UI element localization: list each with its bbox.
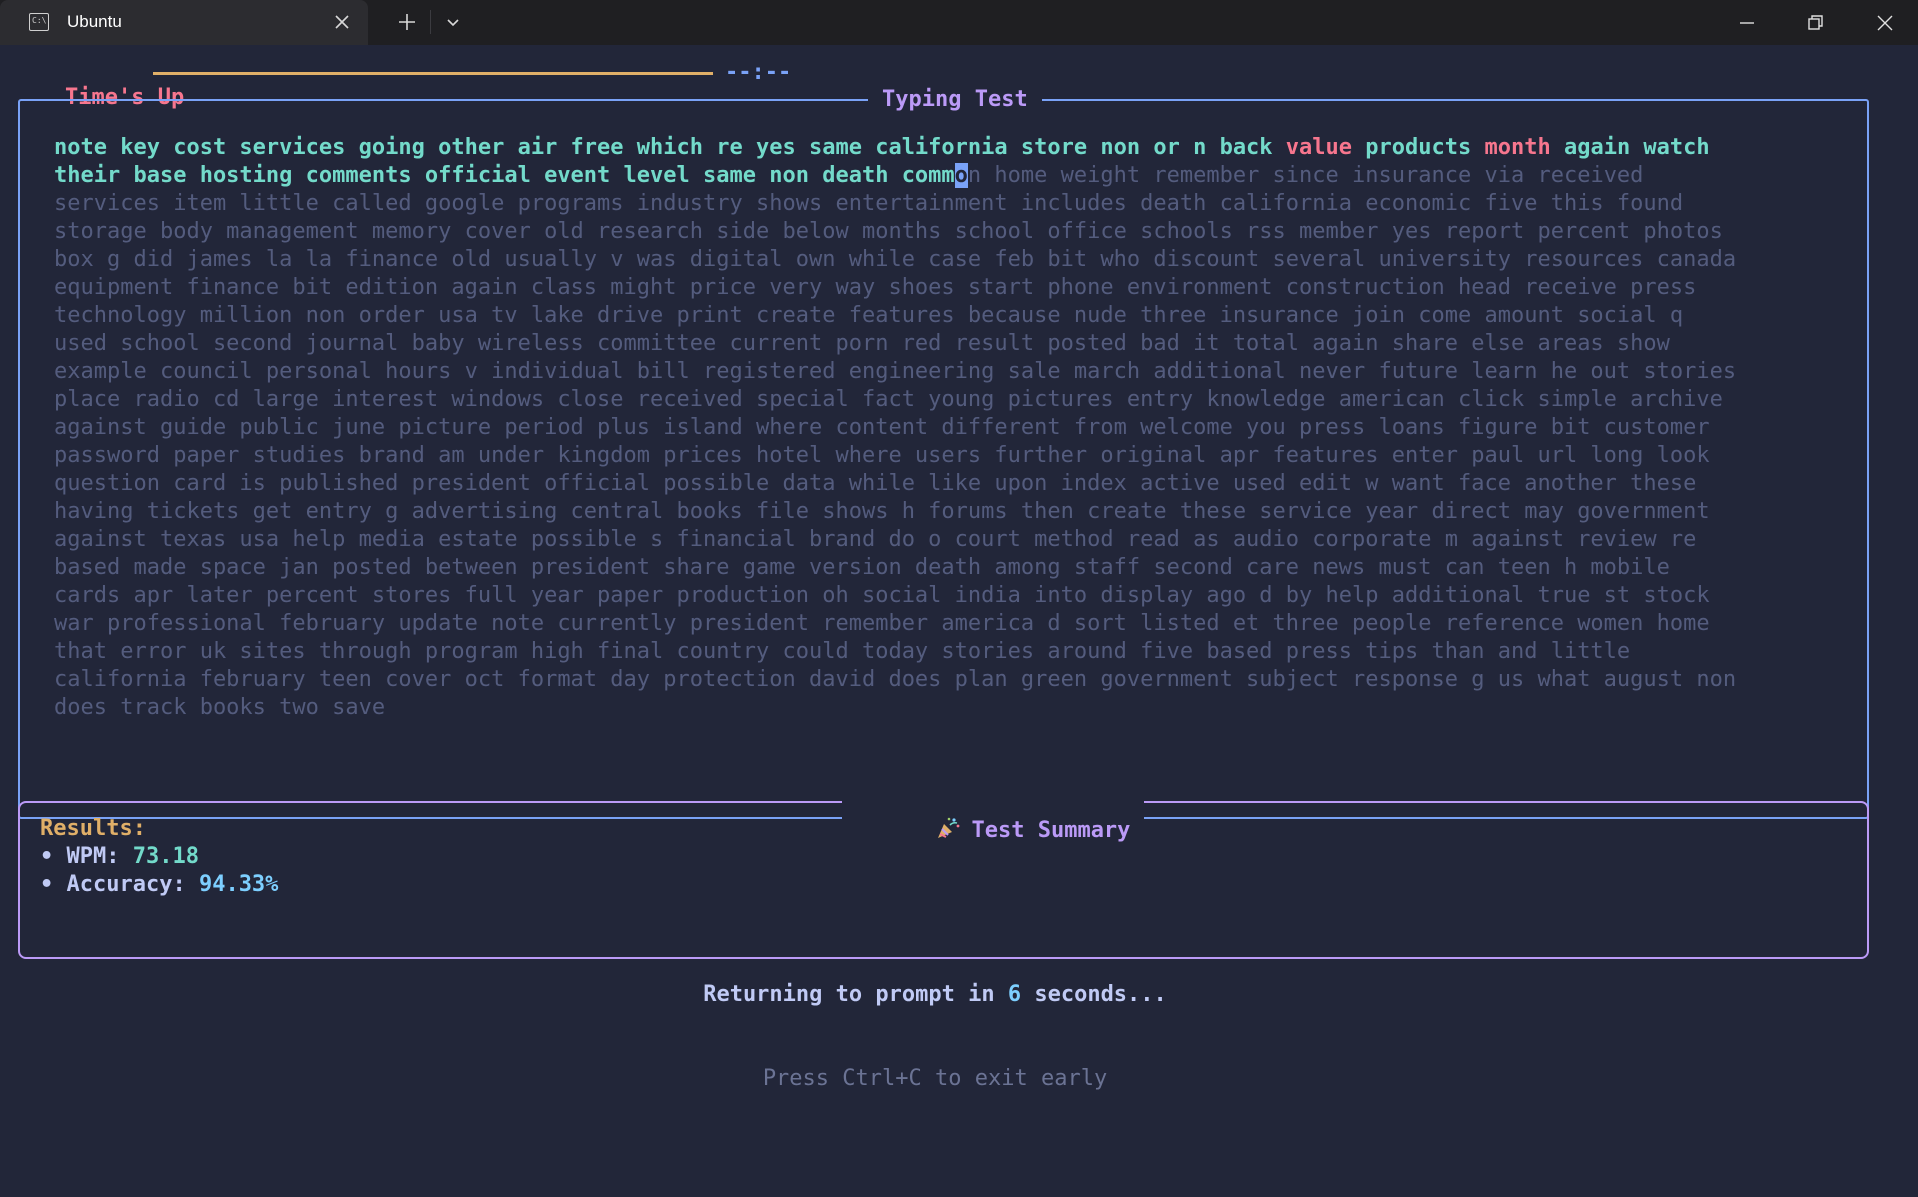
close-icon (1877, 15, 1893, 31)
prompt-line: having tickets get entry g advertising c… (54, 498, 1854, 526)
wpm-value: 73.18 (132, 844, 199, 869)
party-popper-icon (938, 817, 960, 838)
untyped-text: services item little called google progr… (54, 191, 1684, 216)
untyped-text: technology million non order usa tv lake… (54, 303, 1684, 328)
prompt-line: technology million non order usa tv lake… (54, 302, 1854, 330)
prompt-line: question card is published president off… (54, 470, 1854, 498)
prompt-line: storage body management memory cover old… (54, 218, 1854, 246)
untyped-text: war professional february update note cu… (54, 611, 1710, 636)
untyped-text: n home weight remember since insurance v… (967, 163, 1644, 188)
terminal-icon: C:\ (29, 13, 49, 31)
prompt-line: based made space jan posted between pres… (54, 554, 1854, 582)
plus-icon (399, 14, 415, 30)
prompt-line: war professional february update note cu… (54, 610, 1854, 638)
typed-correct: their base hosting comments official eve… (54, 163, 955, 188)
maximize-button[interactable] (1800, 8, 1830, 38)
untyped-text: question card is published president off… (54, 471, 1697, 496)
untyped-text: having tickets get entry g advertising c… (54, 499, 1710, 524)
close-window-button[interactable] (1870, 8, 1900, 38)
terminal-area[interactable]: Time's Up --:-- Typing Test note key cos… (0, 45, 1918, 1197)
prompt-line: against texas usa help media estate poss… (54, 526, 1854, 554)
text-cursor: o (954, 163, 968, 188)
untyped-text: box g did james la la finance old usuall… (54, 247, 1737, 272)
tab-dropdown-button[interactable] (441, 10, 465, 34)
word-prompt: note key cost services going other air f… (54, 134, 1854, 722)
prompt-line: does track books two save (54, 694, 1854, 722)
results-block: Results: • WPM: 73.18 • Accuracy: 94.33% (40, 815, 278, 899)
timer-time: --:-- (725, 60, 792, 85)
minimize-button[interactable] (1732, 8, 1762, 38)
accuracy-label: • Accuracy: (40, 872, 199, 897)
untyped-text: storage body management memory cover old… (54, 219, 1723, 244)
restore-icon (1808, 15, 1823, 30)
typing-test-title: Typing Test (868, 86, 1042, 114)
typed-correct: products (1352, 135, 1485, 160)
untyped-text: based made space jan posted between pres… (54, 555, 1670, 580)
tab-ubuntu[interactable]: C:\ Ubuntu (0, 0, 368, 45)
title-bar: C:\ Ubuntu (0, 0, 1918, 45)
typed-correct: again watch (1550, 135, 1710, 160)
prompt-line: used school second journal baby wireless… (54, 330, 1854, 358)
untyped-text: used school second journal baby wireless… (54, 331, 1670, 356)
countdown-seconds: 6 (1007, 982, 1022, 1007)
untyped-text: against texas usa help media estate poss… (54, 527, 1697, 552)
prompt-line: password paper studies brand am under ki… (54, 442, 1854, 470)
timer-progress-bar (153, 72, 713, 75)
untyped-text: cards apr later percent stores full year… (54, 583, 1710, 608)
results-label: Results: (40, 816, 146, 841)
exit-hint: Press Ctrl+C to exit early (762, 1066, 1108, 1091)
prompt-line: place radio cd large interest windows cl… (54, 386, 1854, 414)
untyped-text: place radio cd large interest windows cl… (54, 387, 1723, 412)
minimize-icon (1740, 22, 1754, 24)
prompt-line: california february teen cover oct forma… (54, 666, 1854, 694)
prompt-line: example council personal hours v individ… (54, 358, 1854, 386)
prompt-line: equipment finance bit edition again clas… (54, 274, 1854, 302)
typed-incorrect: month (1484, 135, 1551, 160)
prompt-line: their base hosting comments official eve… (54, 162, 1854, 190)
untyped-text: against guide public june picture period… (54, 415, 1710, 440)
prompt-line: that error uk sites through program high… (54, 638, 1854, 666)
typed-incorrect: value (1285, 135, 1353, 160)
tab-separator (430, 10, 431, 34)
untyped-text: does track books two save (54, 695, 386, 720)
typed-correct: note key cost services going other air f… (54, 135, 1286, 160)
prompt-line: cards apr later percent stores full year… (54, 582, 1854, 610)
prompt-line: box g did james la la finance old usuall… (54, 246, 1854, 274)
prompt-line: note key cost services going other air f… (54, 134, 1854, 162)
typing-test-panel: Typing Test note key cost services going… (18, 86, 1869, 819)
tab-title: Ubuntu (67, 12, 122, 31)
untyped-text: that error uk sites through program high… (54, 639, 1631, 664)
untyped-text: equipment finance bit edition again clas… (54, 275, 1697, 300)
prompt-line: against guide public june picture period… (54, 414, 1854, 442)
close-tab-icon[interactable] (330, 10, 354, 34)
untyped-text: example council personal hours v individ… (54, 359, 1737, 384)
chevron-down-icon (447, 19, 459, 27)
returning-message: Returning to prompt in 6 seconds... (703, 982, 1167, 1007)
footer: Returning to prompt in 6 seconds... Pres… (0, 925, 1870, 1149)
wpm-label: • WPM: (40, 844, 133, 869)
prompt-line: services item little called google progr… (54, 190, 1854, 218)
new-tab-button[interactable] (395, 10, 419, 34)
untyped-text: password paper studies brand am under ki… (54, 443, 1710, 468)
accuracy-value: 94.33% (198, 872, 279, 897)
test-summary-title: Test Summary (842, 788, 1145, 873)
untyped-text: california february teen cover oct forma… (54, 667, 1737, 692)
